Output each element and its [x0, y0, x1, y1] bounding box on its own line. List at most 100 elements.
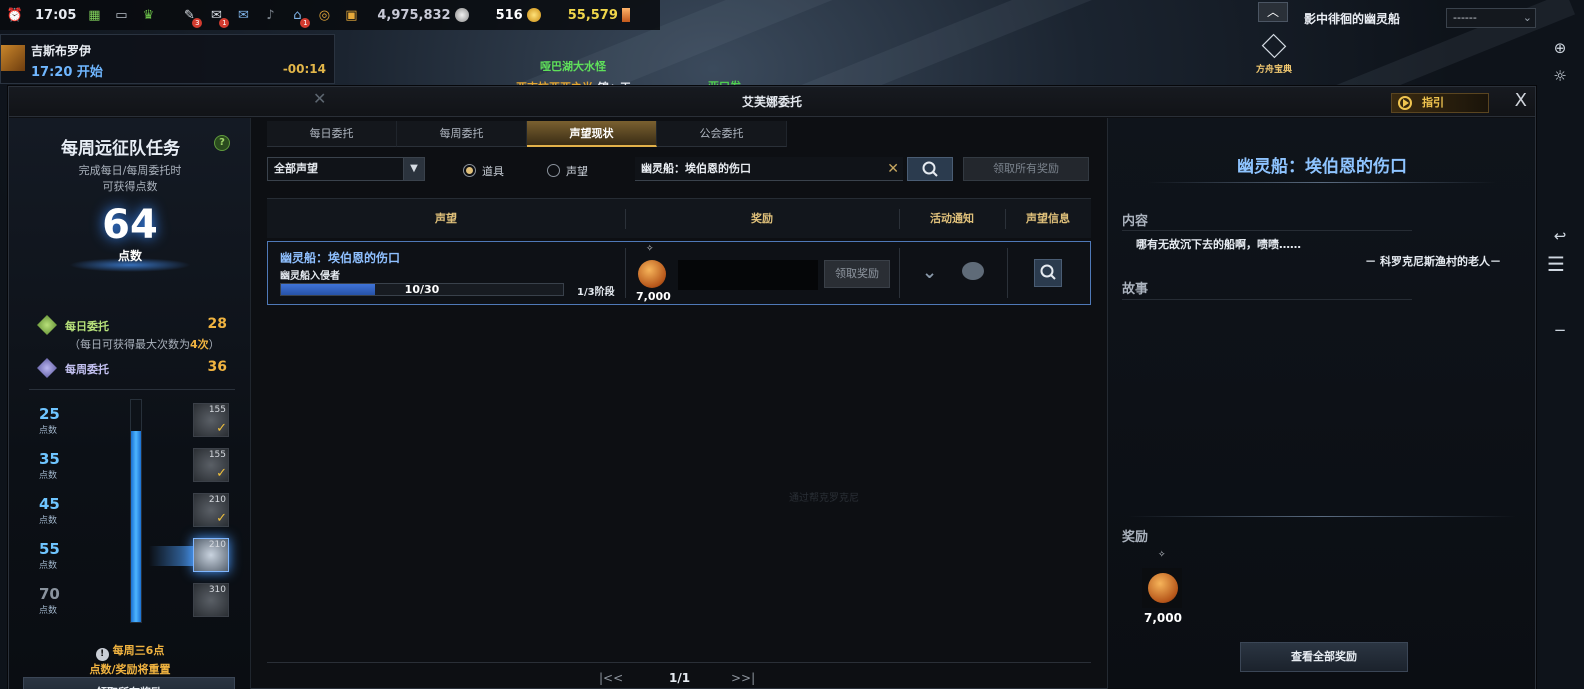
- calendar-icon[interactable]: ▦: [85, 6, 103, 24]
- tier-reward-icon[interactable]: 210: [193, 538, 229, 572]
- tracked-target-name: 影中徘徊的幽灵船: [1304, 12, 1401, 26]
- crown-icon[interactable]: ♛: [139, 6, 157, 24]
- detail-title-line: [1148, 182, 1496, 183]
- tier-reward-icon[interactable]: 310: [193, 583, 229, 617]
- clock-icon[interactable]: ⏰: [6, 6, 24, 24]
- content-section-label: 内容: [1122, 214, 1149, 229]
- tier-reward-icon[interactable]: 155 ✓: [193, 448, 229, 482]
- tab-reputation[interactable]: 声望现状: [527, 121, 657, 147]
- daily-note-text: （每日可获得最大次数为: [69, 338, 190, 351]
- table-row[interactable]: 幽灵船：埃伯恩的伤口 幽灵船入侵者 10/30 1/3阶段 ✧ 7,000 领取…: [267, 241, 1091, 305]
- claim-reward-button[interactable]: 领取奖励: [824, 260, 890, 288]
- screen-icon[interactable]: ▭: [112, 6, 130, 24]
- radio-items[interactable]: 道具: [463, 163, 504, 179]
- weekly-task-icon: [37, 358, 57, 378]
- chevron-down-icon: ⌄: [1522, 11, 1532, 24]
- first-page-icon[interactable]: |<<: [599, 671, 623, 685]
- checkmark-icon: ✓: [216, 511, 227, 526]
- help-icon[interactable]: ?: [214, 135, 230, 151]
- tier-reward-amount: 210: [208, 495, 226, 505]
- clock-time: 17:05: [35, 7, 77, 23]
- chest-icon[interactable]: ▣: [342, 6, 360, 24]
- detail-quote-author: － 科罗克尼斯渔村的老人－: [1365, 255, 1501, 268]
- tier-reward-amount: 210: [208, 540, 226, 550]
- expedition-tier[interactable]: 55 点数 210: [35, 534, 235, 576]
- reward-section-label: 奖励: [1122, 530, 1149, 545]
- reputation-table-header: 声望 奖励 活动通知 声望信息: [267, 198, 1091, 238]
- expedition-tier[interactable]: 45 点数 210 ✓: [35, 489, 235, 531]
- radio-items-dot: [463, 164, 476, 177]
- notify-chevron-icon[interactable]: ⌄: [922, 262, 937, 283]
- detail-title: 幽灵船：埃伯恩的伤口: [1237, 157, 1407, 177]
- tier-reward-amount: 155: [208, 450, 226, 460]
- close-icon[interactable]: X: [1515, 91, 1527, 111]
- detail-reward-amount: 7,000: [1144, 611, 1182, 625]
- return-icon[interactable]: ↩: [1550, 226, 1570, 246]
- silver-coin-icon: [454, 8, 469, 22]
- reputation-phase: 1/3阶段: [577, 287, 615, 298]
- tier-reward-icon[interactable]: 155 ✓: [193, 403, 229, 437]
- chat-bubble-icon[interactable]: [962, 262, 984, 280]
- clear-search-icon[interactable]: ✕: [887, 157, 899, 181]
- play-icon: [1398, 96, 1412, 110]
- event-name: 吉斯布罗伊: [31, 44, 92, 58]
- reputation-progress-text: 10/30: [404, 283, 440, 296]
- cell-separator: [625, 248, 626, 298]
- tier-reward-amount: 310: [208, 585, 226, 595]
- expedition-tier[interactable]: 35 点数 155 ✓: [35, 444, 235, 486]
- coin-pile-icon[interactable]: ◎: [315, 6, 333, 24]
- event-timer-panel[interactable]: 吉斯布罗伊 17:20 开始 -00:14: [0, 34, 335, 84]
- last-page-icon[interactable]: >>|: [731, 671, 755, 685]
- expedition-tier[interactable]: 70 点数 310: [35, 579, 235, 621]
- reset-note-line-2: 点数/奖励将重置: [89, 663, 171, 676]
- channel-value: ------: [1453, 11, 1477, 24]
- tier-reward-icon[interactable]: 210 ✓: [193, 493, 229, 527]
- list-menu-icon[interactable]: ☰: [1546, 254, 1566, 274]
- collapse-up-button[interactable]: ︿: [1258, 2, 1288, 22]
- search-button[interactable]: [907, 157, 953, 181]
- zoom-in-icon[interactable]: ⊕: [1550, 38, 1570, 58]
- checkmark-icon: ✓: [216, 466, 227, 481]
- event-icon[interactable]: ⌂ 1: [288, 6, 311, 28]
- channel-select[interactable]: ------ ⌄: [1446, 8, 1536, 28]
- tab-weekly[interactable]: 每周委托: [397, 121, 527, 147]
- tab-guild[interactable]: 公会委托: [657, 121, 787, 147]
- reward-coin-icon[interactable]: [638, 260, 666, 288]
- crystal-amount: 55,579: [568, 8, 630, 23]
- bell-icon[interactable]: ♪: [261, 6, 279, 24]
- view-all-rewards-button[interactable]: 查看全部奖励: [1240, 642, 1408, 672]
- header-reward: 奖励: [751, 212, 773, 225]
- silver-value: 4,975,832: [377, 7, 451, 23]
- radio-reputation[interactable]: 声望: [547, 163, 588, 179]
- tier-points: 35: [39, 450, 60, 468]
- claim-all-rewards-button[interactable]: 领取所有奖励: [963, 157, 1089, 181]
- reward-coin-icon[interactable]: [1148, 573, 1178, 603]
- crystal-value: 55,579: [567, 7, 618, 23]
- brightness-icon[interactable]: ☼: [1550, 66, 1570, 86]
- quest-icon[interactable]: ✎ 3: [180, 6, 203, 28]
- tab-daily[interactable]: 每日委托: [267, 121, 397, 147]
- header-notify: 活动通知: [930, 212, 974, 225]
- search-input[interactable]: 幽灵船：埃伯恩的伤口 ✕: [635, 157, 903, 181]
- top-hud-bar: ⏰ 17:05 ▦ ▭ ♛ ✎ 3 ✉ 1 ✉ ♪ ⌂ 1 ◎ ▣ 4,975,832…: [0, 0, 660, 30]
- guide-button[interactable]: 指引: [1391, 93, 1489, 113]
- reward-amount: 7,000: [636, 290, 671, 303]
- expedition-tier[interactable]: 25 点数 155 ✓: [35, 399, 235, 441]
- claim-all-expedition-button[interactable]: 领取所有奖励: [23, 677, 235, 689]
- event-badge: 1: [300, 18, 311, 28]
- pagination: |<< 1/1 >>|: [599, 669, 779, 689]
- reputation-info-button[interactable]: [1034, 259, 1062, 287]
- chevron-down-icon[interactable]: ▼: [403, 157, 425, 181]
- minus-icon[interactable]: −: [1550, 320, 1570, 340]
- points-label: 点数: [117, 249, 142, 263]
- event-countdown: -00:14: [282, 62, 326, 76]
- search-icon: [1040, 264, 1056, 280]
- ark-book-button[interactable]: 方舟宝典: [1254, 32, 1294, 75]
- gift-icon[interactable]: ✉ 1: [207, 6, 230, 28]
- reputation-detail-panel: 幽灵船：埃伯恩的伤口 内容 哪有无故沉下去的船啊，啧啧…… － 科罗克尼斯渔村的…: [1107, 118, 1535, 689]
- mail-icon[interactable]: ✉: [234, 6, 252, 24]
- story-section-label: 故事: [1122, 282, 1149, 297]
- reputation-filter-select[interactable]: 全部声望 ▼: [267, 157, 425, 181]
- reputation-progress-bar: 10/30: [280, 283, 564, 296]
- gold-amount: 516: [496, 8, 541, 23]
